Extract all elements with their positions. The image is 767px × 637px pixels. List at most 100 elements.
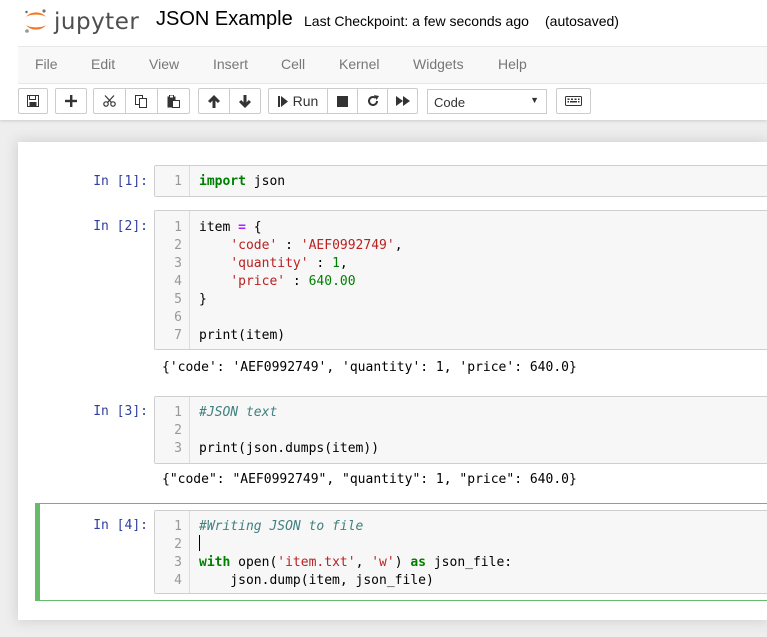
stop-icon: [337, 95, 348, 107]
line-number: 3: [174, 555, 182, 570]
code-text: import json: [199, 173, 285, 191]
code-text: json.dump(item, json_file): [199, 572, 434, 590]
jupyter-logo[interactable]: jupyter: [22, 6, 142, 36]
insert-cell-button[interactable]: [55, 88, 87, 114]
cell-1-editor[interactable]: 1 import json: [154, 165, 767, 197]
code-text: 'code' : 'AEF0992749',: [199, 237, 403, 255]
code-token: as: [410, 555, 427, 570]
cell-1-prompt: In [1]:: [93, 174, 148, 189]
code-token: 1: [332, 256, 340, 271]
code-text: #JSON text: [199, 404, 277, 422]
line-number: 1: [174, 519, 182, 534]
code-token: json_file:: [426, 555, 513, 570]
restart-run-all-button[interactable]: [387, 88, 418, 114]
run-button[interactable]: Run: [268, 88, 328, 114]
copy-icon: [135, 94, 147, 108]
command-palette-button[interactable]: [556, 88, 591, 114]
step-forward-icon: [277, 95, 288, 107]
line-number: 2: [174, 238, 182, 253]
code-token: print: [199, 441, 239, 456]
code-token: print: [199, 328, 239, 343]
interrupt-kernel-button[interactable]: [327, 88, 358, 114]
notebook-name[interactable]: JSON Example: [156, 8, 293, 31]
menu-widgets[interactable]: Widgets: [413, 47, 464, 83]
menu-file[interactable]: File: [35, 47, 58, 83]
code-token: #JSON text: [199, 405, 278, 420]
toolbar-group-shortcuts: [556, 88, 591, 114]
text-cursor: [199, 535, 200, 551]
paste-button[interactable]: [157, 88, 190, 114]
code-token: :: [285, 274, 309, 289]
cut-icon: [103, 95, 116, 107]
code-text: }: [199, 291, 207, 309]
line-number: 4: [174, 573, 182, 588]
cell-2-editor[interactable]: 1 item = { 2 'code' : 'AEF0992749', 3 'qu…: [154, 210, 767, 350]
header: jupyter JSON Example Last Checkpoint: a …: [0, 0, 767, 120]
code-token: ): [394, 555, 411, 570]
menu-cell[interactable]: Cell: [281, 47, 305, 83]
code-text: print(item): [199, 327, 285, 345]
code-token: :: [308, 256, 333, 271]
toolbar-group-run: Run: [268, 88, 418, 114]
code-text: with open('item.txt', 'w') as json_file:: [199, 554, 512, 572]
toolbar-group-move: [198, 88, 261, 114]
move-up-button[interactable]: [198, 88, 230, 114]
autosave-status: (autosaved): [545, 13, 619, 29]
restart-kernel-button[interactable]: [357, 88, 388, 114]
code-token: (json.dumps(item)): [238, 441, 380, 456]
line-number: 7: [174, 328, 182, 343]
cell-type-select[interactable]: Code ▼: [427, 89, 547, 114]
code-token: 'w': [371, 555, 395, 570]
code-token: #Writing JSON to file: [199, 519, 364, 534]
cell-4-prompt: In [4]:: [93, 518, 148, 533]
menu-kernel[interactable]: Kernel: [339, 47, 379, 83]
cell-4-editor[interactable]: 1 #Writing JSON to file 2 3 with open('ite…: [154, 510, 767, 594]
menu-view[interactable]: View: [149, 47, 179, 83]
code-token: ,: [394, 238, 403, 253]
code-token: 640.00: [308, 274, 356, 289]
cell-3-prompt: In [3]:: [93, 404, 148, 419]
cut-button[interactable]: [93, 88, 126, 114]
code-token: 'quantity': [230, 256, 309, 271]
code-token: 'code': [230, 238, 278, 253]
code-text: print(json.dumps(item)): [199, 440, 379, 458]
line-number: 3: [174, 441, 182, 456]
code-text: #Writing JSON to file: [199, 518, 363, 536]
plus-icon: [65, 95, 77, 107]
cell-3-output: {"code": "AEF0992749", "quantity": 1, "p…: [162, 472, 577, 487]
logo-wordmark: jupyter: [54, 9, 140, 35]
code-token: }: [199, 292, 207, 307]
code-text: 'price' : 640.00: [199, 273, 356, 291]
toolbar-group-clipboard: [93, 88, 190, 114]
line-number: 6: [174, 310, 182, 325]
code-token: json: [245, 174, 286, 189]
cell-2-output: {'code': 'AEF0992749', 'quantity': 1, 'p…: [162, 360, 577, 375]
line-number: 1: [174, 220, 182, 235]
line-number: 1: [174, 174, 182, 189]
line-number: 3: [174, 256, 182, 271]
code-token: =: [238, 220, 246, 235]
menu-edit[interactable]: Edit: [91, 47, 115, 83]
checkpoint-status: Last Checkpoint: a few seconds ago: [304, 13, 529, 29]
code-token: (item): [238, 328, 286, 343]
move-down-button[interactable]: [229, 88, 261, 114]
copy-button[interactable]: [125, 88, 158, 114]
paste-icon: [167, 94, 180, 108]
save-icon: [27, 95, 39, 107]
menu-insert[interactable]: Insert: [213, 47, 248, 83]
menu-help[interactable]: Help: [498, 47, 527, 83]
jupyter-logo-icon: [25, 9, 46, 33]
code-token: ,: [339, 256, 348, 271]
cell-3-editor[interactable]: 1 #JSON text 2 3 print(json.dumps(item)): [154, 396, 767, 464]
line-number: 1: [174, 405, 182, 420]
run-label: Run: [292, 93, 319, 109]
cell-type-value: Code: [434, 95, 466, 110]
cell-2-prompt: In [2]:: [93, 219, 148, 234]
code-token: {: [245, 220, 262, 235]
code-text: 'quantity' : 1,: [199, 255, 348, 273]
toolbar-group-insert: [55, 88, 87, 114]
save-button[interactable]: [18, 88, 48, 114]
